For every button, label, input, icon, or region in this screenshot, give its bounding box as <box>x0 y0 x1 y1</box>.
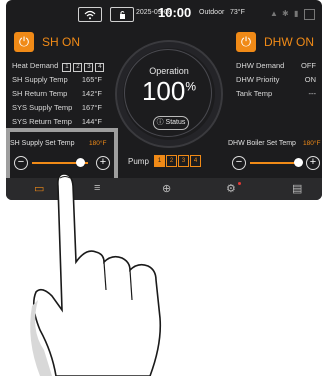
pointing-hand-illustration <box>30 173 162 376</box>
hand-outline <box>32 173 162 376</box>
